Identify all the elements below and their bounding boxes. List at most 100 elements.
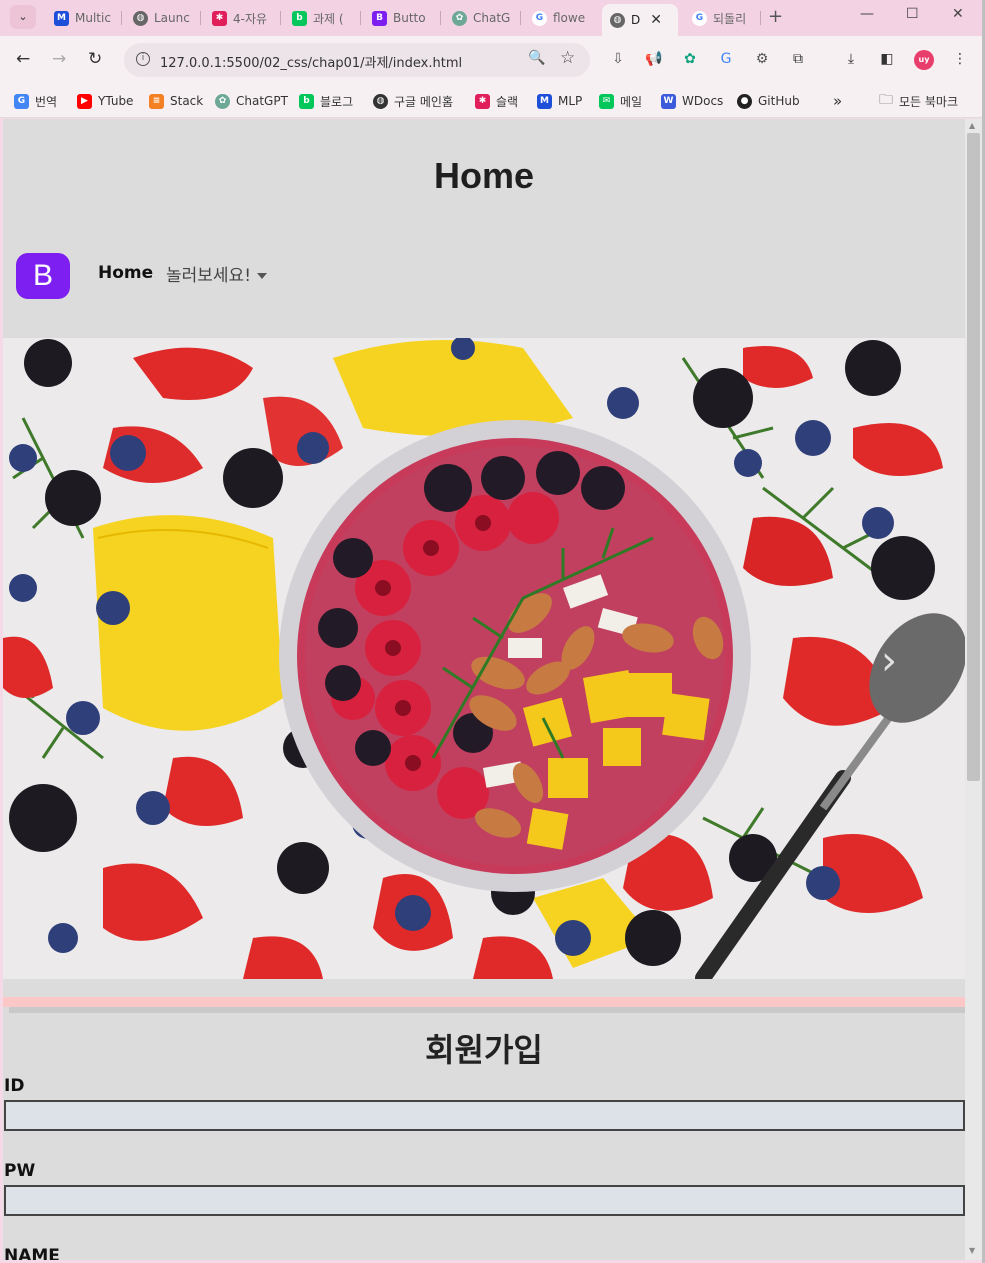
bookmark-label: YTube xyxy=(98,94,134,108)
close-window-icon[interactable]: ✕ xyxy=(952,6,964,22)
new-tab-button[interactable]: + xyxy=(768,6,783,27)
id-input[interactable] xyxy=(4,1100,965,1131)
zoom-icon[interactable]: 🔍 xyxy=(528,50,545,66)
tab-title: D xyxy=(631,13,641,27)
download-icon[interactable]: ⤓ xyxy=(842,50,860,68)
stackoverflow-icon: ≡ xyxy=(149,93,164,109)
maximize-icon[interactable]: ☐ xyxy=(906,6,919,22)
browser-tab[interactable]: ✱ 4-자유 xyxy=(204,4,278,32)
github-icon: ● xyxy=(737,93,752,109)
nav-dropdown-label: 놀러보세요! xyxy=(166,266,252,286)
bookmark-item[interactable]: ≡ Stack xyxy=(149,90,203,112)
browser-tab[interactable]: G flowe xyxy=(524,4,598,32)
browser-tab[interactable]: ✿ ChatG xyxy=(444,4,518,32)
browser-tab-active[interactable]: ◍ D ✕ xyxy=(602,4,678,36)
globe-icon: ◍ xyxy=(133,10,148,26)
carousel-image-fruit-bowl: › xyxy=(3,338,965,979)
bookmark-item[interactable]: ✱ 슬랙 xyxy=(475,90,518,112)
globe-icon: ◍ xyxy=(610,12,625,28)
bookmark-star-icon[interactable]: ☆ xyxy=(560,48,575,68)
section-divider-pink xyxy=(3,997,965,1007)
tab-search-button[interactable]: ⌄ xyxy=(10,5,36,29)
bootstrap-icon: B xyxy=(372,10,387,26)
extension-icon[interactable]: ⇩ xyxy=(609,50,627,68)
profile-avatar[interactable]: uy xyxy=(914,50,934,70)
google-icon: G xyxy=(532,10,547,26)
bookmark-item[interactable]: M MLP xyxy=(537,90,582,112)
page-title: Home xyxy=(433,155,535,196)
browser-tab[interactable]: M Multic xyxy=(46,4,120,32)
folder-icon: 🗀 xyxy=(879,92,893,108)
bookmark-label: ChatGPT xyxy=(236,94,288,108)
bookmark-item[interactable]: ▶ YTube xyxy=(77,90,133,112)
tab-title: flowe xyxy=(553,11,586,25)
google-icon: G xyxy=(692,10,707,26)
fruit-bowl-illustration xyxy=(3,338,965,979)
bookmark-label: 메일 xyxy=(620,94,643,109)
globe-icon: ◍ xyxy=(373,93,388,109)
bookmark-label: Stack xyxy=(170,94,204,108)
tab-title: 4-자유 xyxy=(233,11,268,26)
bookmark-label: 블로그 xyxy=(320,94,354,109)
browser-tab[interactable]: G 되돌리 xyxy=(684,4,758,32)
address-bar[interactable]: i 127.0.0.1:5500/02_css/chap01/과제/index.… xyxy=(124,43,590,77)
wdocs-icon: W xyxy=(661,93,676,109)
bookmark-item[interactable]: ✉ 메일 xyxy=(599,90,642,112)
m-icon: M xyxy=(54,10,69,26)
kebab-menu-icon[interactable]: ⋮ xyxy=(951,50,969,68)
carousel-next-icon[interactable]: › xyxy=(881,638,897,684)
bookmarks-overflow-button[interactable]: » xyxy=(833,90,842,112)
forward-arrow-icon[interactable]: → xyxy=(52,49,66,69)
tab-title: Launc xyxy=(154,11,190,25)
reload-icon[interactable]: ↻ xyxy=(88,49,102,69)
pw-input[interactable] xyxy=(4,1185,965,1216)
puzzle-icon[interactable]: ⧉ xyxy=(789,50,807,68)
bookmark-item[interactable]: b 블로그 xyxy=(299,90,353,112)
browser-tab[interactable]: ◍ Launc xyxy=(125,4,199,32)
side-panel-icon[interactable]: ◧ xyxy=(878,50,896,68)
bookmark-item[interactable]: W WDocs xyxy=(661,90,723,112)
scroll-down-icon[interactable]: ▼ xyxy=(969,1246,975,1255)
site-info-icon[interactable]: i xyxy=(136,52,150,66)
slack-icon: ✱ xyxy=(212,10,227,26)
browser-tab[interactable]: b 과제 ( xyxy=(284,4,358,32)
tab-title: Multic xyxy=(75,11,111,25)
bootstrap-logo-icon[interactable]: B xyxy=(16,253,70,299)
settings-gear-icon[interactable]: ⚙ xyxy=(753,50,771,68)
m-icon: M xyxy=(537,93,552,109)
url-text[interactable]: 127.0.0.1:5500/02_css/chap01/과제/index.ht… xyxy=(160,52,462,71)
bookmark-label: GitHub xyxy=(758,94,800,108)
browser-tab[interactable]: B Butto xyxy=(364,4,438,32)
blog-icon: b xyxy=(299,93,314,109)
all-bookmarks-folder[interactable]: 🗀 모든 북마크 xyxy=(879,90,958,112)
tab-title: 되돌리 xyxy=(713,11,747,26)
bookmark-item[interactable]: ✿ ChatGPT xyxy=(215,90,288,112)
chevron-down-icon: ⌄ xyxy=(18,10,28,23)
bookmark-item[interactable]: ◍ 구글 메인홈 xyxy=(373,90,453,112)
navbar: B Home 놀러보세요! xyxy=(3,249,965,301)
nav-link-home[interactable]: Home xyxy=(98,263,153,283)
nav-dropdown-toggle[interactable]: 놀러보세요! xyxy=(166,261,268,286)
bookmark-item[interactable]: G 번역 xyxy=(14,90,57,112)
scroll-up-icon[interactable]: ▲ xyxy=(969,121,975,130)
youtube-icon: ▶ xyxy=(77,93,92,109)
translate-icon: G xyxy=(14,93,29,109)
translate-icon[interactable]: G xyxy=(717,50,735,68)
page-scrollbar[interactable]: ▲ ▼ xyxy=(965,119,982,1260)
page-viewport: Home B Home 놀러보세요! › 회원가입 ID PW NAME xyxy=(3,119,965,1260)
scrollbar-thumb[interactable] xyxy=(967,133,980,781)
tab-title: ChatG xyxy=(473,11,510,25)
close-tab-icon[interactable]: ✕ xyxy=(650,12,662,28)
bookmark-item[interactable]: ● GitHub xyxy=(737,90,800,112)
bookmark-label: 구글 메인홈 xyxy=(394,94,454,109)
minimize-icon[interactable]: — xyxy=(860,6,874,22)
chatgpt-icon: ✿ xyxy=(215,93,230,109)
megaphone-icon[interactable]: 📢 xyxy=(645,50,663,68)
browser-toolbar: ← → ↻ i 127.0.0.1:5500/02_css/chap01/과제/… xyxy=(0,36,985,84)
bookmark-label: MLP xyxy=(558,94,583,108)
mail-icon: ✉ xyxy=(599,93,614,109)
back-arrow-icon[interactable]: ← xyxy=(16,49,30,69)
tab-strip: ⌄ M Multic ◍ Launc ✱ 4-자유 b 과제 ( B Butto… xyxy=(0,0,985,36)
blog-icon: b xyxy=(292,10,307,26)
chatgpt-icon[interactable]: ✿ xyxy=(681,50,699,68)
